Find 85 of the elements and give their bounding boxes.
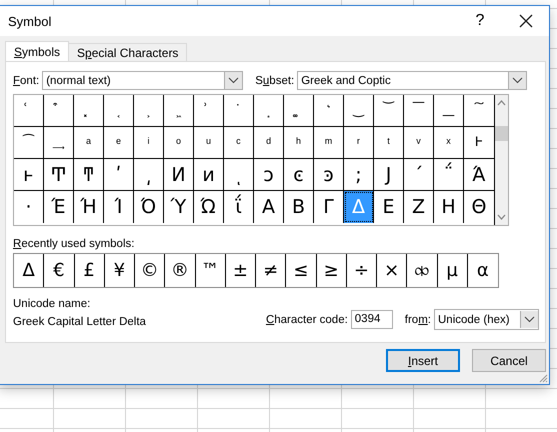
- symbol-cell[interactable]: ͒: [44, 95, 74, 127]
- character-code-field[interactable]: 0394: [350, 310, 393, 329]
- symbol-cell[interactable]: ͕: [134, 95, 164, 127]
- scroll-thumb[interactable]: [495, 126, 508, 141]
- symbol-cell[interactable]: ͔: [104, 95, 134, 127]
- window-title: Symbol: [8, 14, 52, 28]
- symbol-cell[interactable]: ͤ: [104, 127, 134, 159]
- symbol-cell[interactable]: ͣ: [74, 127, 104, 159]
- scroll-up-icon[interactable]: [497, 100, 506, 106]
- symbol-cell[interactable]: Ϳ: [374, 159, 404, 191]
- close-icon: [519, 14, 533, 28]
- symbol-cell[interactable]: ͢: [44, 127, 74, 159]
- symbol-cell[interactable]: ͩ: [254, 127, 284, 159]
- symbol-cell[interactable]: ͮ: [404, 127, 434, 159]
- symbol-cell[interactable]: ͺ: [224, 159, 254, 191]
- symbol-cell[interactable]: ͛: [314, 95, 344, 127]
- unicode-name-value: Greek Capital Letter Delta: [13, 316, 146, 328]
- symbol-cell[interactable]: ʹ: [104, 159, 134, 191]
- symbol-cell[interactable]: ͑: [14, 95, 44, 127]
- symbol-cell[interactable]: ͞: [404, 95, 434, 127]
- symbol-cell[interactable]: Ͷ: [164, 159, 194, 191]
- symbol-cell[interactable]: ͽ: [314, 159, 344, 191]
- symbol-cell[interactable]: ͜: [344, 95, 374, 127]
- symbol-cell[interactable]: Θ: [464, 191, 494, 223]
- help-button[interactable]: ?: [457, 6, 503, 36]
- symbol-cell[interactable]: ͻ: [254, 159, 284, 191]
- font-label: Font:: [13, 74, 40, 86]
- character-code-label: Character code:: [266, 314, 348, 326]
- symbol-cell[interactable]: ΅: [434, 159, 464, 191]
- symbol-cell[interactable]: ͼ: [284, 159, 314, 191]
- symbol-cell[interactable]: ͨ: [224, 127, 254, 159]
- recent-symbols-label: Recently used symbols:: [13, 238, 136, 250]
- recent-symbol[interactable]: α: [468, 254, 498, 287]
- symbol-cell[interactable]: ͝: [374, 95, 404, 127]
- scroll-down-icon[interactable]: [497, 214, 506, 220]
- symbol-cell[interactable]: ͳ: [74, 159, 104, 191]
- symbol-cell[interactable]: Έ: [44, 191, 74, 223]
- symbol-cell[interactable]: ͠: [464, 95, 494, 127]
- symbol-cell[interactable]: ͬ: [344, 127, 374, 159]
- tab[interactable]: Special Characters: [68, 43, 188, 61]
- symbol-cell[interactable]: ΐ: [224, 191, 254, 223]
- symbol-cell[interactable]: ͘: [224, 95, 254, 127]
- symbol-cell[interactable]: ͡: [14, 127, 44, 159]
- symbol-cell[interactable]: Η: [434, 191, 464, 223]
- symbol-cell[interactable]: Ͳ: [44, 159, 74, 191]
- dialog-button[interactable]: Cancel: [472, 349, 546, 372]
- symbol-cell[interactable]: ͟: [434, 95, 464, 127]
- unicode-name-label: Unicode name:: [13, 298, 92, 310]
- symbol-cell[interactable]: ͧ: [194, 127, 224, 159]
- font-dropdown[interactable]: (normal text): [42, 71, 244, 90]
- symbol-cell[interactable]: ͯ: [434, 127, 464, 159]
- symbol-cell[interactable]: ͭ: [374, 127, 404, 159]
- symbol-cell[interactable]: ͱ: [14, 159, 44, 191]
- symbol-cell[interactable]: ͵: [134, 159, 164, 191]
- symbol-cell[interactable]: Ύ: [164, 191, 194, 223]
- symbol-cell[interactable]: ͓: [74, 95, 104, 127]
- symbol-cell[interactable]: ͗: [194, 95, 224, 127]
- resize-grip-icon[interactable]: [539, 374, 548, 383]
- subset-label: Subset:: [255, 74, 294, 86]
- symbol-cell[interactable]: Ή: [74, 191, 104, 223]
- scrollbar[interactable]: [495, 95, 508, 225]
- from-label: from:: [404, 314, 431, 326]
- symbol-cell[interactable]: Β: [284, 191, 314, 223]
- symbol-cell[interactable]: ΄: [404, 159, 434, 191]
- symbol-cell[interactable]: ͷ: [194, 159, 224, 191]
- symbol-cell[interactable]: Ά: [464, 159, 494, 191]
- symbol-cell[interactable]: Ό: [134, 191, 164, 223]
- symbol-cell[interactable]: ͖: [164, 95, 194, 127]
- symbol-cell[interactable]: ·: [14, 191, 44, 223]
- symbol-cell[interactable]: Ͱ: [464, 127, 494, 159]
- symbol-cell[interactable]: Ε: [374, 191, 404, 223]
- symbol-cell[interactable]: ͚: [284, 95, 314, 127]
- symbol-cell[interactable]: Α: [254, 191, 284, 223]
- symbol-cell[interactable]: ͪ: [284, 127, 314, 159]
- symbol-cell[interactable]: Ζ: [404, 191, 434, 223]
- symbol-cell[interactable]: ͦ: [164, 127, 194, 159]
- symbol-cell[interactable]: ͥ: [134, 127, 164, 159]
- symbol-cell[interactable]: Ί: [104, 191, 134, 223]
- tab[interactable]: Symbols: [5, 41, 70, 61]
- symbol-cell[interactable]: ͙: [254, 95, 284, 127]
- from-dropdown[interactable]: Unicode (hex): [434, 309, 539, 330]
- symbol-cell[interactable]: ͫ: [314, 127, 344, 159]
- dialog-button[interactable]: Insert: [386, 349, 460, 372]
- symbol-cell[interactable]: Ώ: [194, 191, 224, 223]
- subset-dropdown[interactable]: Greek and Coptic: [297, 71, 528, 90]
